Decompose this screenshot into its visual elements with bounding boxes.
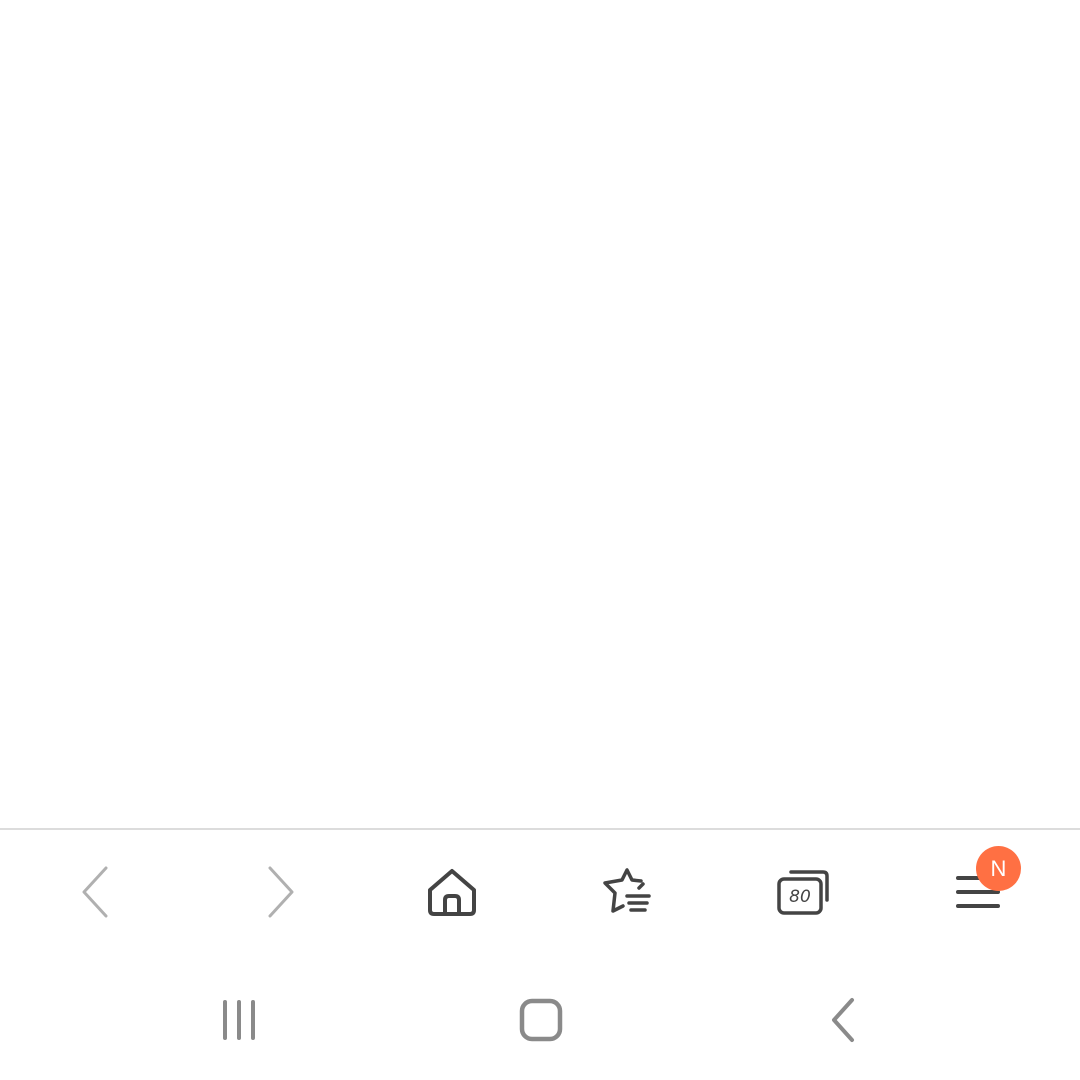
- star-list-icon: [603, 868, 651, 913]
- back-icon: [832, 998, 854, 1042]
- back-button[interactable]: [53, 850, 143, 934]
- recent-apps-button[interactable]: [189, 980, 289, 1060]
- tabs-button[interactable]: 80: [758, 850, 848, 934]
- menu-new-badge: N: [976, 846, 1021, 891]
- recent-apps-icon: [223, 1000, 255, 1040]
- browser-bottom-toolbar: 80 N: [0, 830, 1080, 950]
- system-home-button[interactable]: [491, 980, 591, 1060]
- chevron-left-icon: [82, 866, 108, 918]
- forward-button[interactable]: [233, 850, 323, 934]
- home-outline-icon: [519, 998, 563, 1042]
- web-content-area[interactable]: [0, 0, 1080, 828]
- system-back-button[interactable]: [794, 980, 894, 1060]
- home-icon: [428, 869, 476, 916]
- home-button[interactable]: [407, 850, 497, 934]
- system-navigation-bar: [0, 950, 1080, 1080]
- bookmarks-button[interactable]: [582, 850, 672, 934]
- chevron-right-icon: [268, 866, 294, 918]
- tabs-icon: 80: [777, 870, 829, 915]
- browser-screen: 80 N: [0, 0, 1080, 1080]
- tabs-count-label: 80: [789, 887, 811, 907]
